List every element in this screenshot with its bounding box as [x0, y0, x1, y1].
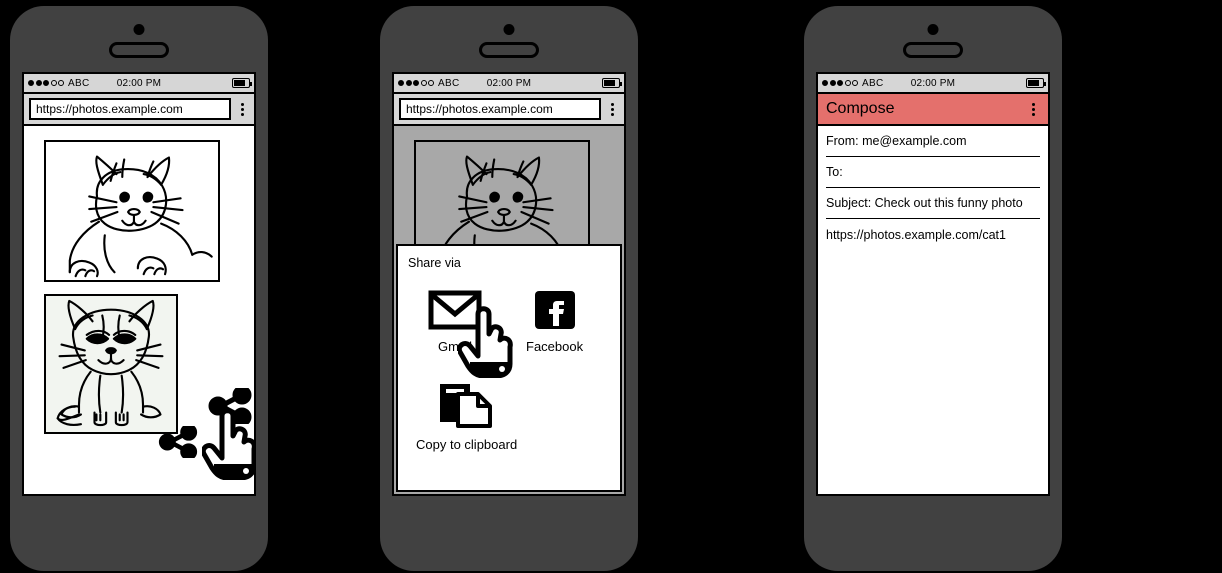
camera-icon: [133, 24, 145, 35]
gallery-page-dimmed: Share via Gmail Facebook Copy to clipboa…: [394, 126, 624, 494]
signal-strength-icon: [28, 80, 64, 86]
browser-url-bar: https://photos.example.com: [394, 94, 624, 126]
phone-share-sheet: ABC 02:00 PM https://photos.example.com: [380, 6, 638, 571]
battery-icon: [232, 78, 252, 88]
clock-label: 02:00 PM: [910, 77, 956, 89]
status-bar: ABC 02:00 PM: [24, 74, 254, 94]
speaker-grill: [479, 42, 539, 58]
pointing-hand-cursor: [458, 302, 516, 378]
facebook-icon: [534, 291, 576, 334]
clipboard-copy-icon: [438, 384, 496, 432]
url-input[interactable]: https://photos.example.com: [29, 98, 231, 120]
share-target-copy[interactable]: Copy to clipboard: [416, 380, 517, 452]
pointing-hand-cursor: [202, 404, 254, 480]
photo-cat-grumpy[interactable]: [44, 294, 178, 434]
battery-icon: [1026, 78, 1046, 88]
url-input[interactable]: https://photos.example.com: [399, 98, 601, 120]
phone2-screen: ABC 02:00 PM https://photos.example.com: [392, 72, 626, 496]
cat-grumpy-drawing: [46, 296, 176, 432]
carrier-label: ABC: [68, 77, 90, 89]
cat-happy-drawing: [68, 155, 213, 278]
kebab-menu-icon[interactable]: [1026, 102, 1040, 116]
kebab-menu-icon[interactable]: [235, 102, 249, 116]
share-target-facebook[interactable]: Facebook: [526, 290, 583, 354]
camera-icon: [927, 24, 939, 35]
compose-app-bar: Compose: [818, 94, 1048, 126]
share-target-grid: Gmail Facebook Copy to clipboard: [398, 270, 620, 480]
battery-icon: [602, 78, 622, 88]
compose-form: From: me@example.com To: Subject: Check …: [818, 126, 1048, 494]
camera-icon: [503, 24, 515, 35]
wireframe-canvas: ABC 02:00 PM https://photos.example.com: [0, 0, 1222, 573]
gallery-page: [24, 126, 254, 494]
signal-strength-icon: [398, 80, 434, 86]
carrier-label: ABC: [862, 77, 884, 89]
mail-body-field[interactable]: https://photos.example.com/cat1: [826, 219, 1040, 250]
speaker-grill: [109, 42, 169, 58]
phone-compose-mail: ABC 02:00 PM Compose From: me@example.co…: [804, 6, 1062, 571]
page-title: Compose: [826, 100, 895, 117]
photo-cat-happy[interactable]: [44, 140, 220, 282]
mail-from-field[interactable]: From: me@example.com: [826, 126, 1040, 157]
status-bar: ABC 02:00 PM: [818, 74, 1048, 94]
clock-label: 02:00 PM: [486, 77, 532, 89]
carrier-label: ABC: [438, 77, 460, 89]
speaker-grill: [903, 42, 963, 58]
share-icon-photo-2[interactable]: [158, 426, 198, 458]
mail-to-field[interactable]: To:: [826, 157, 1040, 188]
phone-browser-gallery: ABC 02:00 PM https://photos.example.com: [10, 6, 268, 571]
kebab-menu-icon[interactable]: [605, 102, 619, 116]
share-sheet-title: Share via: [408, 256, 461, 270]
clock-label: 02:00 PM: [116, 77, 162, 89]
share-target-copy-label: Copy to clipboard: [416, 437, 518, 452]
status-bar: ABC 02:00 PM: [394, 74, 624, 94]
phone3-screen: ABC 02:00 PM Compose From: me@example.co…: [816, 72, 1050, 496]
mail-subject-field[interactable]: Subject: Check out this funny photo: [826, 188, 1040, 219]
share-sheet: Share via Gmail Facebook Copy to clipboa…: [396, 244, 622, 492]
phone1-screen: ABC 02:00 PM https://photos.example.com: [22, 72, 256, 496]
browser-url-bar: https://photos.example.com: [24, 94, 254, 126]
share-target-facebook-label: Facebook: [526, 339, 584, 354]
signal-strength-icon: [822, 80, 858, 86]
